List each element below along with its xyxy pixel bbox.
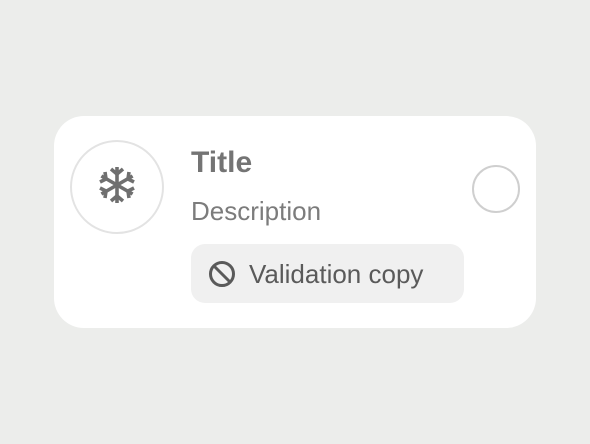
snowflake-icon [96,164,138,211]
ban-icon [207,259,237,289]
validation-badge: Validation copy [191,244,464,303]
selectable-card[interactable]: Title Description Validation copy [54,116,536,328]
icon-container [70,140,164,234]
validation-text: Validation copy [249,258,424,289]
card-description: Description [191,196,322,226]
card-title: Title [191,146,253,179]
select-radio[interactable] [472,165,520,213]
